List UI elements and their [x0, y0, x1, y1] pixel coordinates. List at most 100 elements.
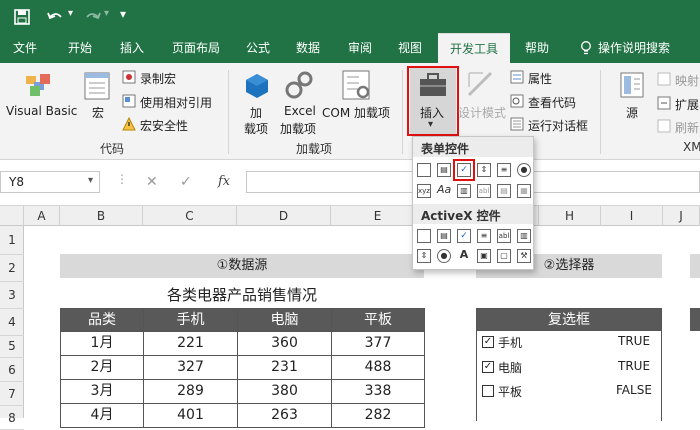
list-box-control-icon[interactable]: ≡	[497, 163, 511, 177]
select-all-corner[interactable]	[0, 206, 24, 226]
tab-review[interactable]: 审阅	[336, 33, 384, 63]
excel-addins-label-2[interactable]: 加载项	[280, 120, 316, 137]
row-header[interactable]: 3	[0, 282, 24, 309]
tab-formulas[interactable]: 公式	[236, 33, 280, 63]
source-button[interactable]: 源	[626, 104, 638, 121]
option-button-control-icon[interactable]: ●	[517, 163, 531, 177]
expansion-packs-button[interactable]: 扩展	[675, 96, 699, 113]
column-header[interactable]: A	[24, 206, 60, 226]
activex-text-box-icon[interactable]: abl	[497, 229, 511, 243]
table-cell[interactable]: 327	[143, 355, 238, 380]
activex-checkbox-icon[interactable]: ✓	[457, 229, 471, 243]
com-addins-button[interactable]: COM 加载项	[322, 104, 390, 121]
excel-addins-label-1[interactable]: Excel	[284, 104, 316, 118]
checkbox-label[interactable]: 电脑	[498, 359, 522, 376]
tablet-checkbox[interactable]	[482, 385, 494, 397]
row-header[interactable]: 4	[0, 309, 24, 336]
table-cell[interactable]: 231	[237, 355, 332, 380]
spin-button-control-icon[interactable]: ⇕	[477, 163, 491, 177]
table-cell[interactable]: 2月	[60, 355, 144, 380]
column-header[interactable]: E	[331, 206, 425, 226]
column-header[interactable]: D	[237, 206, 331, 226]
activex-list-box-icon[interactable]: ≡	[477, 229, 491, 243]
phone-checkbox[interactable]: ✓	[482, 336, 494, 348]
table-cell[interactable]: 3月	[60, 379, 144, 404]
table-cell[interactable]: 401	[143, 403, 238, 428]
tab-page-layout[interactable]: 页面布局	[160, 33, 232, 63]
tab-file[interactable]: 文件	[0, 33, 50, 63]
refresh-data-icon	[657, 119, 671, 133]
group-box-control-icon[interactable]: xyz	[417, 184, 431, 198]
run-dialog-button[interactable]: 运行对话框	[528, 117, 588, 134]
undo-dropdown-icon[interactable]: ▾	[68, 8, 73, 19]
name-box[interactable]: Y8	[0, 171, 100, 193]
insert-function-icon[interactable]: fx	[218, 174, 230, 189]
activex-label-icon[interactable]: A	[457, 249, 471, 263]
column-header[interactable]: J	[663, 206, 700, 226]
row-header[interactable]: 8	[0, 406, 24, 430]
table-cell[interactable]: 4月	[60, 403, 144, 428]
tab-home[interactable]: 开始	[54, 33, 106, 63]
row-header[interactable]: 1	[0, 226, 24, 255]
activex-option-button-icon[interactable]: ●	[437, 249, 451, 263]
customize-toolbar-icon[interactable]: ▾	[120, 7, 126, 21]
table-cell[interactable]: 282	[331, 403, 425, 428]
macro-security-button[interactable]: 宏安全性	[140, 117, 188, 134]
addins-label-2[interactable]: 载项	[244, 120, 268, 137]
table-cell[interactable]: 360	[237, 331, 332, 356]
row-header[interactable]: 6	[0, 358, 24, 382]
activex-toggle-button-icon[interactable]: ▢	[497, 249, 511, 263]
activex-spin-button-icon[interactable]: ⇕	[417, 249, 431, 263]
row-header[interactable]: 7	[0, 382, 24, 406]
table-cell[interactable]: 1月	[60, 331, 144, 356]
name-box-dropdown-icon[interactable]: ▾	[88, 175, 93, 186]
button-control-icon[interactable]	[417, 163, 431, 177]
cancel-icon[interactable]: ✕	[146, 174, 158, 190]
row-header[interactable]: 2	[0, 255, 24, 282]
table-cell[interactable]: 380	[237, 379, 332, 404]
addins-label-1[interactable]: 加	[250, 104, 262, 121]
activex-image-icon[interactable]: ▣	[477, 249, 491, 263]
computer-checkbox[interactable]: ✓	[482, 361, 494, 373]
table-cell[interactable]: 263	[237, 403, 332, 428]
table-cell[interactable]: 289	[143, 379, 238, 404]
group-divider	[228, 70, 229, 154]
checkbox-label[interactable]: 手机	[498, 334, 522, 351]
view-code-button[interactable]: 查看代码	[528, 94, 576, 111]
undo-icon[interactable]	[46, 9, 64, 25]
tab-view[interactable]: 视图	[388, 33, 432, 63]
table-cell[interactable]: 338	[331, 379, 425, 404]
column-header[interactable]: C	[143, 206, 237, 226]
scroll-bar-control-icon[interactable]: ▥	[457, 184, 471, 198]
column-header[interactable]: I	[601, 206, 663, 226]
table-header-cell: 手机	[143, 308, 238, 331]
visual-basic-button[interactable]: Visual Basic	[6, 104, 77, 118]
label-control-icon[interactable]: Aa	[437, 184, 451, 198]
table-cell[interactable]: 377	[331, 331, 425, 356]
relative-reference-button[interactable]: 使用相对引用	[140, 94, 212, 111]
activex-combo-box-icon[interactable]: ▤	[437, 229, 451, 243]
enter-icon[interactable]: ✓	[180, 174, 192, 190]
tab-developer[interactable]: 开发工具	[438, 33, 510, 63]
column-header[interactable]: H	[539, 206, 601, 226]
more-controls-icon[interactable]: ⚒	[517, 249, 531, 263]
combo-box-control-icon[interactable]: ▤	[437, 163, 451, 177]
tab-insert[interactable]: 插入	[108, 33, 156, 63]
tab-data[interactable]: 数据	[284, 33, 332, 63]
row-header[interactable]: 5	[0, 334, 24, 358]
activex-button-icon[interactable]	[417, 229, 431, 243]
save-icon[interactable]	[14, 9, 30, 25]
macros-button[interactable]: 宏	[92, 104, 104, 121]
properties-button[interactable]: 属性	[528, 70, 552, 87]
column-header[interactable]: B	[60, 206, 143, 226]
tell-me-search[interactable]: 操作说明搜索	[598, 33, 698, 63]
record-macro-button[interactable]: 录制宏	[140, 70, 176, 87]
tab-help[interactable]: 帮助	[514, 33, 560, 63]
expansion-packs-icon	[657, 96, 671, 110]
activex-scroll-bar-icon[interactable]: ▥	[517, 229, 531, 243]
table-cell[interactable]: 221	[143, 331, 238, 356]
redo-icon[interactable]	[84, 9, 102, 25]
checkbox-label[interactable]: 平板	[498, 383, 522, 400]
map-properties-button: 映射	[675, 74, 700, 88]
table-cell[interactable]: 488	[331, 355, 425, 380]
